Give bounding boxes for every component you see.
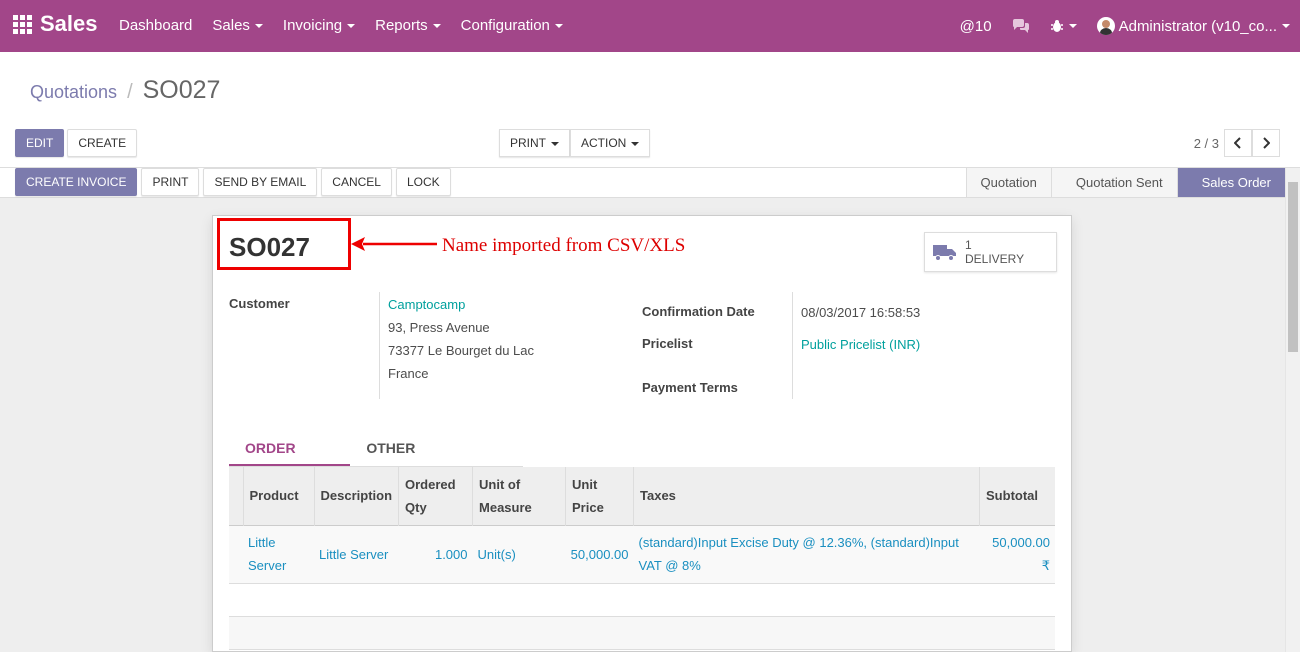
pricelist-link[interactable]: Public Pricelist (INR)	[801, 337, 920, 352]
caret-down-icon	[347, 24, 356, 29]
form-sheet: SO027 Name imported from CSV/XLS 1 DELIV…	[212, 215, 1072, 652]
menu-invoicing[interactable]: Invoicing	[273, 0, 365, 52]
send-by-email-button[interactable]: SEND BY EMAIL	[203, 168, 318, 196]
cell-taxes[interactable]: (standard)Input Excise Duty @ 12.36%, (s…	[633, 524, 980, 584]
pricelist-label: Pricelist	[642, 336, 693, 351]
breadcrumb-separator: /	[127, 81, 133, 103]
column-header-unit-of-measure[interactable]: Unit of Measure	[472, 467, 567, 525]
column-header-unit-price[interactable]: Unit Price	[565, 467, 635, 525]
pager-value[interactable]: 2 / 3	[1194, 136, 1219, 151]
delivery-label: DELIVERY	[965, 252, 1025, 266]
notebook-tabs: ORDER LINES OTHER INFORMATION	[229, 432, 523, 488]
cell-uom[interactable]: Unit(s)	[472, 524, 566, 584]
customer-address-country: France	[388, 366, 429, 381]
field-divider	[792, 292, 793, 399]
avatar	[1096, 17, 1115, 35]
caret-down-icon	[631, 141, 640, 146]
user-menu[interactable]: Administrator (v10_co...	[1087, 17, 1300, 35]
menu-reports[interactable]: Reports	[365, 0, 451, 52]
column-header-ordered-qty[interactable]: Ordered Qty	[398, 467, 474, 525]
table-row[interactable]: Little Server Little Server 1.000 Unit(s…	[229, 524, 1055, 584]
app-title: Sales	[40, 11, 98, 36]
breadcrumb-quotations[interactable]: Quotations	[30, 82, 117, 103]
breadcrumb: Quotations / SO027	[30, 76, 220, 105]
edit-button[interactable]: EDIT	[15, 129, 65, 157]
user-name: Administrator (v10_co...	[1118, 17, 1277, 35]
cell-product[interactable]: Little Server	[243, 524, 314, 584]
confirmation-date-value: 08/03/2017 16:58:53	[801, 305, 921, 320]
pager: 2 / 3	[1194, 129, 1280, 157]
annotation-arrow	[351, 237, 437, 251]
empty-table-row	[229, 616, 1055, 650]
form-statusbar: CREATE INVOICE PRINT SEND BY EMAIL CANCE…	[0, 168, 1285, 198]
action-dropdown-button[interactable]: ACTION	[570, 129, 651, 157]
vertical-scrollbar[interactable]	[1285, 168, 1300, 652]
cancel-button[interactable]: CANCEL	[321, 168, 392, 196]
customer-address-city: 73377 Le Bourget du Lac	[388, 343, 535, 358]
field-divider	[379, 292, 380, 399]
confirmation-date-label: Confirmation Date	[642, 304, 755, 319]
stage-sales-order[interactable]: Sales Order	[1176, 168, 1285, 197]
order-lines-table: Product Description Ordered Qty Unit of …	[229, 467, 1055, 650]
cell-subtotal[interactable]: 50,000.00 ₹	[979, 524, 1055, 584]
column-header-description[interactable]: Description	[314, 467, 400, 525]
control-panel: Quotations / SO027 EDIT CREATE PRINT ACT…	[0, 52, 1300, 168]
caret-down-icon	[432, 24, 441, 29]
print-button[interactable]: PRINT	[141, 168, 200, 196]
main-menu: Dashboard Sales Invoicing Reports Config…	[109, 0, 573, 52]
scrollbar-thumb[interactable]	[1288, 182, 1298, 352]
apps-grid-icon[interactable]	[13, 14, 32, 34]
empty-table-row	[229, 583, 1055, 617]
debug-bug-icon[interactable]	[1040, 19, 1087, 33]
caret-down-icon	[1068, 24, 1077, 28]
caret-down-icon	[254, 24, 263, 29]
customer-label: Customer	[229, 296, 290, 311]
sidebar-buttons: PRINT ACTION	[499, 129, 651, 157]
cell-ordered-qty[interactable]: 1.000	[398, 524, 473, 584]
cell-description[interactable]: Little Server	[314, 524, 399, 584]
caret-down-icon	[554, 24, 563, 29]
stage-quotation-sent[interactable]: Quotation Sent	[1050, 168, 1177, 197]
menu-sales[interactable]: Sales	[202, 0, 273, 52]
cell-unit-price[interactable]: 50,000.00	[565, 524, 634, 584]
menu-dashboard[interactable]: Dashboard	[109, 0, 202, 52]
statusbar-buttons: CREATE INVOICE PRINT SEND BY EMAIL CANCE…	[15, 168, 451, 196]
menu-configuration[interactable]: Configuration	[451, 0, 573, 52]
caret-down-icon	[551, 141, 559, 146]
column-header-taxes[interactable]: Taxes	[633, 467, 981, 525]
handle-column-header	[229, 467, 244, 525]
mentions-counter[interactable]: @10	[950, 18, 1002, 35]
chevron-right-icon	[1263, 137, 1270, 149]
annotation-highlight-box	[217, 218, 351, 270]
chevron-left-icon	[1234, 137, 1241, 149]
print-dropdown-button[interactable]: PRINT	[499, 129, 570, 157]
column-header-subtotal[interactable]: Subtotal	[979, 467, 1055, 525]
customer-address-street: 93, Press Avenue	[388, 320, 490, 335]
pager-previous-button[interactable]	[1224, 129, 1252, 157]
lock-button[interactable]: LOCK	[395, 168, 451, 196]
annotation-text: Name imported from CSV/XLS	[442, 235, 686, 256]
app-brand[interactable]: Sales	[13, 11, 98, 37]
delivery-count: 1	[965, 238, 972, 252]
navbar-systray: @10 Administrator (v10_co...	[950, 0, 1300, 52]
create-button[interactable]: CREATE	[67, 129, 138, 157]
customer-link[interactable]: Camptocamp	[388, 297, 465, 312]
stage-quotation[interactable]: Quotation	[965, 168, 1051, 197]
chat-icon[interactable]	[1002, 19, 1040, 33]
truck-icon	[933, 245, 956, 261]
breadcrumb-current: SO027	[142, 76, 221, 104]
column-header-product[interactable]: Product	[243, 467, 315, 525]
form-buttons: EDIT CREATE	[15, 129, 138, 157]
payment-terms-label: Payment Terms	[642, 380, 738, 395]
tab-order-lines[interactable]: ORDER LINES	[229, 432, 351, 488]
status-stages: Quotation Quotation Sent Sales Order	[965, 168, 1285, 197]
pager-next-button[interactable]	[1252, 129, 1280, 157]
caret-down-icon	[1282, 24, 1290, 28]
handle-cell	[229, 524, 243, 584]
top-navbar: Sales Dashboard Sales Invoicing Reports …	[0, 0, 1300, 52]
tab-other-information[interactable]: OTHER INFORMATION	[350, 432, 523, 488]
delivery-smart-button[interactable]: 1 DELIVERY	[924, 232, 1057, 272]
create-invoice-button[interactable]: CREATE INVOICE	[15, 168, 138, 196]
